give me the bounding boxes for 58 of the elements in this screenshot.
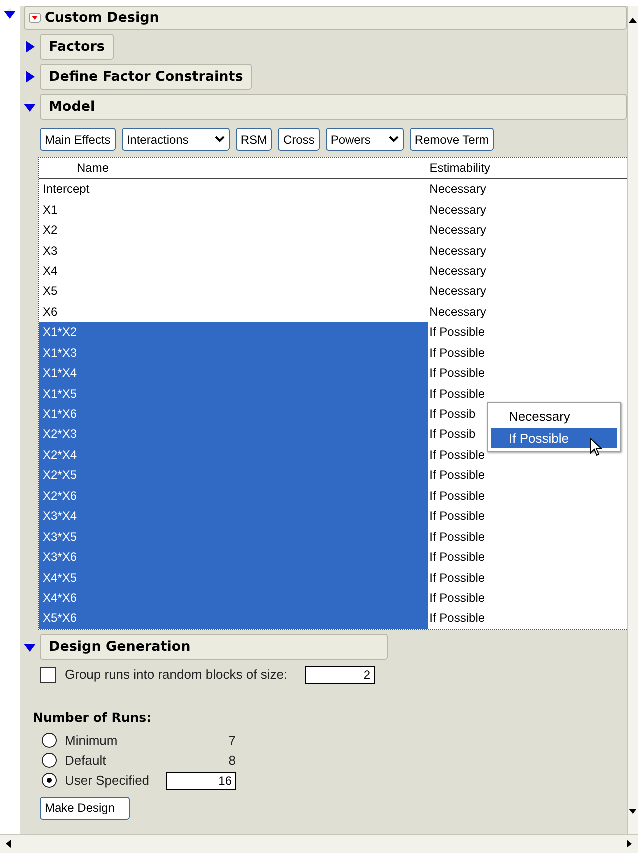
- term-cell[interactable]: X3*X6: [39, 546, 428, 568]
- term-cell[interactable]: X2*X6: [39, 486, 428, 506]
- term-cell[interactable]: X1*X3: [39, 342, 428, 363]
- checkbox-label: Group runs into random blocks of size:: [65, 667, 288, 682]
- runs-field[interactable]: 16: [166, 772, 236, 790]
- term-cell[interactable]: X1*X6: [39, 404, 428, 424]
- collapsed-triangle-icon[interactable]: [24, 71, 36, 83]
- section-header[interactable]: Design Generation: [40, 634, 388, 660]
- term-cell[interactable]: X2*X5: [39, 465, 428, 486]
- radio-button[interactable]: [42, 733, 57, 748]
- vertical-scrollbar[interactable]: [627, 6, 638, 834]
- collapsed-triangle-icon[interactable]: [24, 41, 36, 53]
- toolbar-button[interactable]: Remove Term: [410, 128, 494, 151]
- radio-label: User Specified: [65, 773, 151, 788]
- block-size-field[interactable]: 2: [304, 666, 375, 684]
- term-cell[interactable]: X2*X3: [39, 424, 428, 445]
- horizontal-scrollbar[interactable]: [0, 834, 638, 853]
- report-title: Custom Design: [45, 10, 160, 26]
- term-cell[interactable]: X2*X4: [39, 444, 428, 466]
- chevron-down-icon: [214, 136, 225, 143]
- radio-button[interactable]: [42, 773, 57, 788]
- term-cell[interactable]: X4*X6: [39, 588, 428, 608]
- radio-label: Default: [65, 753, 108, 768]
- scroll-down-icon[interactable]: [629, 809, 637, 814]
- chevron-down-icon: [388, 136, 399, 143]
- term-cell[interactable]: X5*X6: [39, 608, 428, 629]
- dropdown-button[interactable]: Interactions: [122, 128, 230, 151]
- report-title-bar[interactable]: Custom Design: [24, 6, 627, 30]
- section-header[interactable]: Define Factor Constraints: [40, 64, 252, 90]
- toolbar-button[interactable]: Main Effects: [40, 128, 116, 151]
- scroll-up-icon[interactable]: [629, 18, 637, 23]
- runs-heading: Number of Runs:: [33, 710, 153, 725]
- term-cell[interactable]: X3*X5: [39, 526, 428, 547]
- make-design-button[interactable]: Make Design: [40, 796, 130, 820]
- term-cell[interactable]: X4*X5: [39, 567, 428, 588]
- radio-button[interactable]: [42, 753, 57, 768]
- run-count: 8: [228, 753, 236, 768]
- checkbox[interactable]: [40, 666, 56, 683]
- toolbar-button[interactable]: Cross: [278, 128, 320, 151]
- menu-item[interactable]: If Possible: [491, 428, 617, 448]
- expanded-triangle-icon[interactable]: [24, 101, 36, 113]
- scroll-right-icon[interactable]: [627, 840, 632, 848]
- scroll-left-icon[interactable]: [6, 840, 11, 848]
- toolbar-button[interactable]: RSM: [236, 128, 272, 151]
- expanded-triangle-icon[interactable]: [24, 640, 36, 653]
- menu-icon[interactable]: [29, 13, 41, 23]
- term-cell[interactable]: X1*X2: [39, 322, 428, 342]
- column-header[interactable]: Name: [39, 161, 428, 175]
- section-header[interactable]: Model: [40, 94, 627, 120]
- expanded-triangle-icon[interactable]: [4, 8, 16, 20]
- term-cell[interactable]: X3*X4: [39, 506, 428, 526]
- term-cell[interactable]: X1*X5: [39, 383, 428, 404]
- dropdown-button[interactable]: Powers: [326, 128, 404, 151]
- radio-label: Minimum: [65, 733, 119, 748]
- section-header[interactable]: Factors: [40, 34, 114, 60]
- term-cell[interactable]: X1*X4: [39, 362, 428, 384]
- run-count: 7: [228, 733, 236, 748]
- column-header[interactable]: Estimability: [428, 161, 627, 175]
